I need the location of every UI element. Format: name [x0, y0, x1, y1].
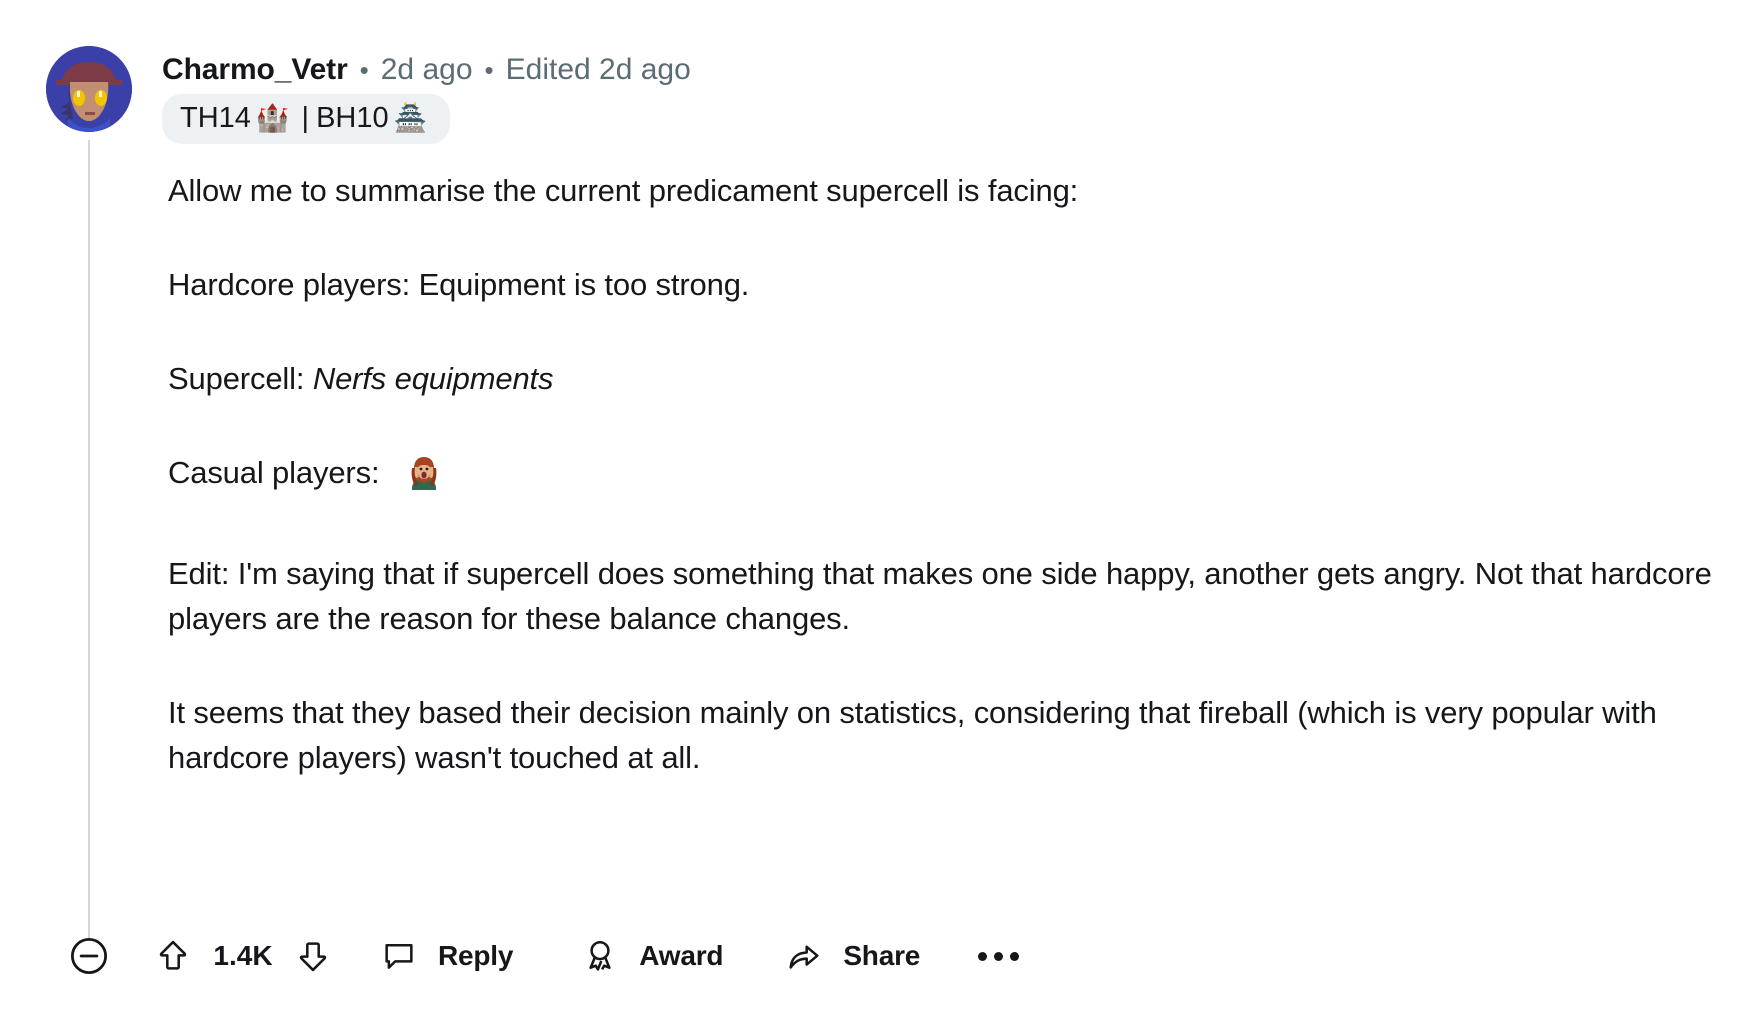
comment-container: Charmo_Vetr • 2d ago • Edited 2d ago TH1… [0, 0, 1761, 1017]
share-arrow-icon [785, 937, 823, 975]
thread-line[interactable] [88, 140, 90, 940]
reply-label: Reply [438, 940, 514, 971]
comment-paragraph: Casual players: [168, 450, 1728, 502]
posted-timestamp: 2d ago [380, 53, 473, 86]
minus-circle-icon [68, 935, 110, 977]
comment-paragraph: Supercell: Nerfs equipments [168, 356, 1728, 401]
townhall-icon: 🏰 [255, 102, 290, 133]
comment-paragraph: It seems that they based their decision … [168, 695, 1657, 775]
flair-builderhall-label: BH10 [316, 102, 389, 134]
award-ribbon-icon [581, 937, 619, 975]
comment-paragraph: Edit: I'm saying that if supercell does … [168, 556, 1712, 636]
comment-body: Allow me to summarise the current predic… [168, 168, 1728, 780]
vote-count: 1.4K [213, 940, 273, 971]
builderhall-icon: 🏯 [393, 102, 428, 133]
user-flair[interactable]: TH14 🏰 | BH10 🏯 [162, 94, 451, 144]
next-comment-sliver [168, 1008, 208, 1017]
downvote-arrow-icon [294, 937, 332, 975]
more-dot-2 [994, 951, 1004, 961]
reply-button[interactable]: Reply [380, 928, 513, 984]
upvote-button[interactable] [154, 928, 192, 984]
comment-paragraph: Hardcore players: Equipment is too stron… [168, 267, 750, 302]
paragraph-prefix: Casual players: [168, 455, 388, 490]
author-name[interactable]: Charmo_Vetr [162, 52, 348, 88]
award-label: Award [639, 940, 724, 971]
flair-townhall-label: TH14 [180, 102, 251, 134]
avatar[interactable] [46, 46, 132, 132]
more-dot-1 [978, 951, 988, 961]
edited-timestamp: Edited 2d ago [505, 53, 691, 86]
upvote-arrow-icon [154, 937, 192, 975]
byline-separator-2: • [484, 55, 494, 85]
share-button[interactable]: Share [785, 928, 920, 984]
comment-action-bar: 1.4K Reply Award Share [68, 928, 1020, 984]
collapse-thread-button[interactable] [68, 928, 110, 984]
byline-separator-1: • [359, 55, 369, 85]
award-button[interactable]: Award [581, 928, 724, 984]
more-dot-3 [1010, 951, 1020, 961]
comment-paragraph: Allow me to summarise the current predic… [168, 173, 1079, 208]
header-text-block: Charmo_Vetr • 2d ago • Edited 2d ago TH1… [162, 46, 691, 144]
paragraph-prefix: Supercell: [168, 361, 313, 396]
facepalm-emoji [406, 454, 442, 502]
flair-divider: | [301, 102, 310, 134]
comment-header: Charmo_Vetr • 2d ago • Edited 2d ago TH1… [46, 46, 691, 144]
vote-group: 1.4K [154, 928, 332, 984]
byline: Charmo_Vetr • 2d ago • Edited 2d ago [162, 52, 691, 88]
more-options-button[interactable] [978, 928, 1020, 984]
share-label: Share [843, 940, 921, 971]
paragraph-italic: Nerfs equipments [312, 361, 554, 396]
downvote-button[interactable] [294, 928, 332, 984]
comment-bubble-icon [380, 937, 418, 975]
